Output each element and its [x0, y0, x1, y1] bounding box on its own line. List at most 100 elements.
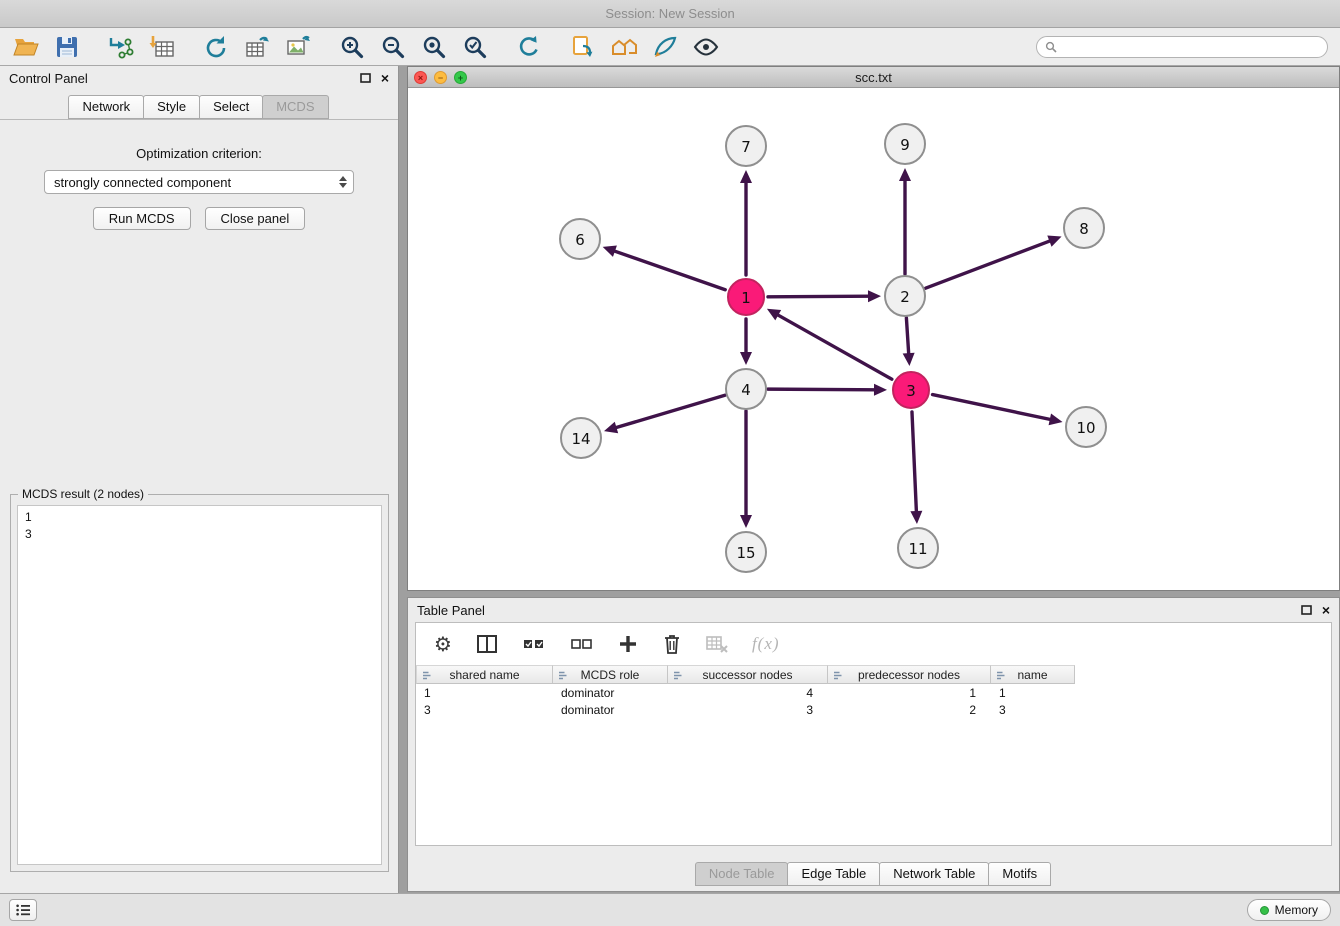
- table-row[interactable]: 1dominator411: [416, 684, 1331, 701]
- tab-motifs[interactable]: Motifs: [988, 862, 1051, 886]
- graph-node-label: 8: [1079, 220, 1089, 238]
- tab-mcds[interactable]: MCDS: [262, 95, 328, 119]
- tab-network[interactable]: Network: [68, 95, 144, 119]
- optimization-criterion-value: strongly connected component: [54, 175, 231, 190]
- graph-edge-2-3[interactable]: [906, 318, 908, 355]
- control-panel-title: Control Panel: [9, 71, 88, 86]
- memory-status-icon: [1260, 906, 1269, 915]
- control-panel-header: Control Panel ×: [0, 66, 398, 90]
- table-cell: dominator: [553, 686, 668, 700]
- open-session-icon[interactable]: [12, 33, 40, 61]
- deselect-all-rows-icon[interactable]: [570, 633, 594, 655]
- table-cell: 3: [668, 703, 828, 717]
- session-title-bar: Session: New Session: [0, 0, 1340, 28]
- graph-edge-3-10[interactable]: [933, 395, 1052, 420]
- table-cell: 1: [828, 686, 991, 700]
- tab-select[interactable]: Select: [199, 95, 263, 119]
- add-column-icon[interactable]: [618, 634, 638, 654]
- tab-edge-table[interactable]: Edge Table: [787, 862, 880, 886]
- import-network-icon[interactable]: [107, 33, 135, 61]
- control-panel-tabs: NetworkStyleSelectMCDS: [0, 90, 398, 120]
- control-panel-float-icon[interactable]: [360, 73, 371, 83]
- graph-edge-arrow: [740, 352, 752, 365]
- column-header-mcds-role[interactable]: MCDS role: [553, 665, 668, 684]
- network-view-window: × − + scc.txt 7968124314101511: [407, 66, 1340, 591]
- export-table-icon[interactable]: [243, 33, 271, 61]
- graph-node-label: 1: [741, 289, 751, 307]
- delete-column-trash-icon[interactable]: [662, 633, 682, 655]
- node-table-rows: 1dominator4113dominator323: [416, 684, 1331, 718]
- graph-edge-1-6[interactable]: [613, 251, 725, 290]
- zoom-out-icon[interactable]: [379, 33, 407, 61]
- graph-edge-arrow: [603, 246, 617, 257]
- mcds-result-title: MCDS result (2 nodes): [18, 487, 148, 501]
- import-tool-group: [107, 33, 176, 61]
- graph-edge-1-2[interactable]: [768, 296, 870, 297]
- graph-node-label: 2: [900, 288, 910, 306]
- column-header-shared-name[interactable]: shared name: [416, 665, 553, 684]
- list-icon: [16, 904, 31, 916]
- zoom-selected-icon[interactable]: [461, 33, 489, 61]
- graph-edge-arrow: [874, 384, 887, 396]
- eye-icon[interactable]: [692, 33, 720, 61]
- table-panel-float-icon[interactable]: [1301, 605, 1312, 615]
- run-mcds-button[interactable]: Run MCDS: [93, 207, 191, 230]
- graph-edge-3-11[interactable]: [912, 412, 916, 513]
- close-window-button[interactable]: ×: [414, 71, 427, 84]
- table-panel-header: Table Panel ×: [408, 598, 1339, 622]
- tab-node-table[interactable]: Node Table: [695, 862, 789, 886]
- zoom-fit-icon[interactable]: [420, 33, 448, 61]
- table-row[interactable]: 3dominator323: [416, 701, 1331, 718]
- graph-edge-arrow: [899, 168, 911, 181]
- graph-edge-4-14[interactable]: [615, 395, 725, 428]
- table-settings-gear-icon[interactable]: ⚙: [434, 634, 452, 654]
- maximize-window-button[interactable]: +: [454, 71, 467, 84]
- column-header-name[interactable]: name: [991, 665, 1075, 684]
- network-window-titlebar[interactable]: × − + scc.txt: [408, 67, 1339, 88]
- graph-node-label: 4: [741, 381, 751, 399]
- export-tool-group: [202, 33, 312, 61]
- show-columns-icon[interactable]: [476, 633, 498, 655]
- search-field[interactable]: [1036, 36, 1328, 58]
- graph-edge-4-3[interactable]: [768, 389, 876, 390]
- minimize-window-button[interactable]: −: [434, 71, 447, 84]
- control-panel-close-icon[interactable]: ×: [381, 71, 389, 85]
- mcds-result-groupbox: MCDS result (2 nodes) 1 3: [10, 494, 389, 872]
- clone-network-icon[interactable]: [569, 33, 597, 61]
- export-image-icon[interactable]: [284, 33, 312, 61]
- sort-icon: [672, 670, 683, 681]
- optimization-criterion-select[interactable]: strongly connected component: [44, 170, 354, 194]
- column-header-predecessor-nodes[interactable]: predecessor nodes: [828, 665, 991, 684]
- graph-edge-arrow: [740, 515, 752, 528]
- memory-button[interactable]: Memory: [1247, 899, 1331, 921]
- table-cell: 3: [991, 703, 1075, 717]
- graph-edge-arrow: [868, 290, 881, 302]
- home-layout-icon[interactable]: [610, 33, 638, 61]
- table-cell: 1: [991, 686, 1075, 700]
- panel-selector-button[interactable]: [9, 899, 37, 921]
- select-all-rows-icon[interactable]: [522, 633, 546, 655]
- refresh-view-icon[interactable]: [515, 33, 543, 61]
- export-network-icon[interactable]: [202, 33, 230, 61]
- save-session-icon[interactable]: [53, 33, 81, 61]
- import-table-icon[interactable]: [148, 33, 176, 61]
- graph-edge-3-1[interactable]: [776, 314, 891, 379]
- graph-node-label: 14: [571, 430, 590, 448]
- tab-network-table[interactable]: Network Table: [879, 862, 989, 886]
- apply-style-icon[interactable]: [651, 33, 679, 61]
- column-header-successor-nodes[interactable]: successor nodes: [668, 665, 828, 684]
- graph-edge-2-8[interactable]: [926, 240, 1052, 288]
- mcds-result-text[interactable]: 1 3: [17, 505, 382, 865]
- graph-edge-arrow: [1049, 413, 1063, 425]
- graph-edge-arrow: [1047, 236, 1061, 247]
- table-panel-close-icon[interactable]: ×: [1322, 603, 1330, 617]
- tab-style[interactable]: Style: [143, 95, 200, 119]
- zoom-in-icon[interactable]: [338, 33, 366, 61]
- close-mcds-panel-button[interactable]: Close panel: [205, 207, 306, 230]
- graph-edge-arrow: [903, 353, 915, 366]
- function-builder-icon: f(x): [752, 634, 780, 654]
- network-canvas[interactable]: 7968124314101511: [408, 88, 1339, 590]
- table-panel-title: Table Panel: [417, 603, 485, 618]
- graph-node-label: 10: [1076, 419, 1095, 437]
- search-input[interactable]: [1062, 40, 1319, 54]
